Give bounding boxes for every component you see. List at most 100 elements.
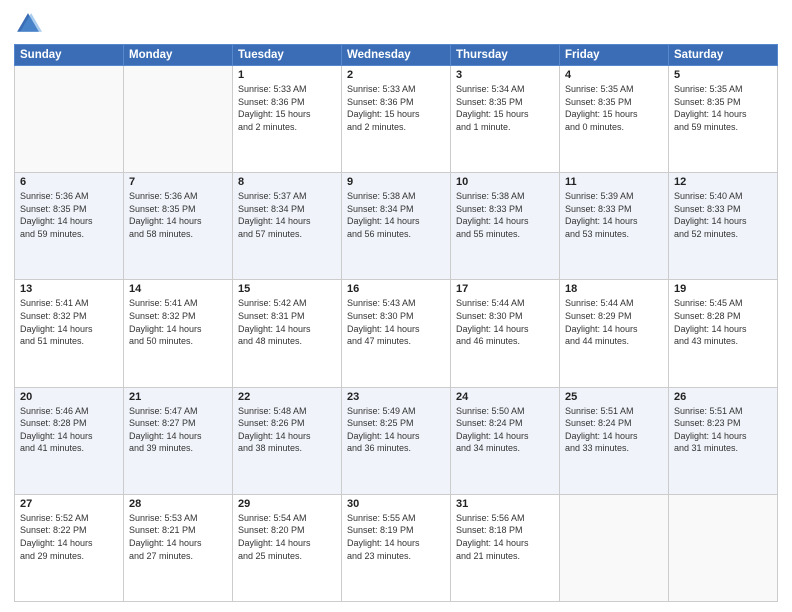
calendar-cell: 3 Sunrise: 5:34 AM Sunset: 8:35 PM Daylig… <box>451 66 560 173</box>
weekday-header-thursday: Thursday <box>451 45 560 66</box>
day-number: 18 <box>565 283 663 295</box>
week-row-3: 13 Sunrise: 5:41 AM Sunset: 8:32 PM Dayli… <box>15 280 778 387</box>
day-number: 31 <box>456 498 554 510</box>
day-info: Sunrise: 5:38 AM Sunset: 8:33 PM Dayligh… <box>456 190 554 240</box>
day-number: 22 <box>238 391 336 403</box>
calendar-cell: 20 Sunrise: 5:46 AM Sunset: 8:28 PM Dayli… <box>15 387 124 494</box>
day-number: 3 <box>456 69 554 81</box>
calendar-cell: 30 Sunrise: 5:55 AM Sunset: 8:19 PM Dayli… <box>342 494 451 601</box>
calendar-cell: 12 Sunrise: 5:40 AM Sunset: 8:33 PM Dayli… <box>669 173 778 280</box>
day-number: 1 <box>238 69 336 81</box>
day-number: 23 <box>347 391 445 403</box>
calendar-cell: 9 Sunrise: 5:38 AM Sunset: 8:34 PM Daylig… <box>342 173 451 280</box>
day-info: Sunrise: 5:53 AM Sunset: 8:21 PM Dayligh… <box>129 512 227 562</box>
day-info: Sunrise: 5:44 AM Sunset: 8:30 PM Dayligh… <box>456 297 554 347</box>
day-number: 17 <box>456 283 554 295</box>
day-info: Sunrise: 5:56 AM Sunset: 8:18 PM Dayligh… <box>456 512 554 562</box>
day-number: 21 <box>129 391 227 403</box>
week-row-5: 27 Sunrise: 5:52 AM Sunset: 8:22 PM Dayli… <box>15 494 778 601</box>
header <box>14 10 778 38</box>
day-info: Sunrise: 5:34 AM Sunset: 8:35 PM Dayligh… <box>456 83 554 133</box>
day-number: 12 <box>674 176 772 188</box>
day-number: 30 <box>347 498 445 510</box>
day-info: Sunrise: 5:44 AM Sunset: 8:29 PM Dayligh… <box>565 297 663 347</box>
weekday-header-friday: Friday <box>560 45 669 66</box>
day-info: Sunrise: 5:33 AM Sunset: 8:36 PM Dayligh… <box>347 83 445 133</box>
day-number: 24 <box>456 391 554 403</box>
day-info: Sunrise: 5:41 AM Sunset: 8:32 PM Dayligh… <box>20 297 118 347</box>
calendar-cell: 15 Sunrise: 5:42 AM Sunset: 8:31 PM Dayli… <box>233 280 342 387</box>
day-info: Sunrise: 5:46 AM Sunset: 8:28 PM Dayligh… <box>20 405 118 455</box>
day-info: Sunrise: 5:42 AM Sunset: 8:31 PM Dayligh… <box>238 297 336 347</box>
weekday-header-monday: Monday <box>124 45 233 66</box>
calendar-cell: 27 Sunrise: 5:52 AM Sunset: 8:22 PM Dayli… <box>15 494 124 601</box>
calendar-cell: 24Sunrise: 5:50 AM Sunset: 8:24 PM Dayli… <box>451 387 560 494</box>
week-row-1: 1 Sunrise: 5:33 AM Sunset: 8:36 PM Daylig… <box>15 66 778 173</box>
calendar-cell: 6 Sunrise: 5:36 AM Sunset: 8:35 PM Daylig… <box>15 173 124 280</box>
calendar-cell: 22 Sunrise: 5:48 AM Sunset: 8:26 PM Dayli… <box>233 387 342 494</box>
week-row-4: 20 Sunrise: 5:46 AM Sunset: 8:28 PM Dayli… <box>15 387 778 494</box>
logo <box>14 10 46 38</box>
day-number: 10 <box>456 176 554 188</box>
calendar: SundayMondayTuesdayWednesdayThursdayFrid… <box>14 44 778 602</box>
day-info: Sunrise: 5:55 AM Sunset: 8:19 PM Dayligh… <box>347 512 445 562</box>
day-info: Sunrise: 5:48 AM Sunset: 8:26 PM Dayligh… <box>238 405 336 455</box>
day-number: 20 <box>20 391 118 403</box>
day-info: Sunrise: 5:43 AM Sunset: 8:30 PM Dayligh… <box>347 297 445 347</box>
day-info: Sunrise: 5:36 AM Sunset: 8:35 PM Dayligh… <box>20 190 118 240</box>
day-number: 2 <box>347 69 445 81</box>
weekday-header-sunday: Sunday <box>15 45 124 66</box>
day-number: 11 <box>565 176 663 188</box>
day-number: 27 <box>20 498 118 510</box>
day-info: Sunrise: 5:45 AM Sunset: 8:28 PM Dayligh… <box>674 297 772 347</box>
calendar-cell: 29Sunrise: 5:54 AM Sunset: 8:20 PM Dayli… <box>233 494 342 601</box>
weekday-header-tuesday: Tuesday <box>233 45 342 66</box>
day-number: 7 <box>129 176 227 188</box>
calendar-cell: 4Sunrise: 5:35 AM Sunset: 8:35 PM Daylig… <box>560 66 669 173</box>
day-info: Sunrise: 5:52 AM Sunset: 8:22 PM Dayligh… <box>20 512 118 562</box>
calendar-cell <box>669 494 778 601</box>
calendar-cell: 11 Sunrise: 5:39 AM Sunset: 8:33 PM Dayli… <box>560 173 669 280</box>
day-info: Sunrise: 5:51 AM Sunset: 8:23 PM Dayligh… <box>674 405 772 455</box>
day-info: Sunrise: 5:38 AM Sunset: 8:34 PM Dayligh… <box>347 190 445 240</box>
calendar-cell: 16 Sunrise: 5:43 AM Sunset: 8:30 PM Dayli… <box>342 280 451 387</box>
weekday-header-row: SundayMondayTuesdayWednesdayThursdayFrid… <box>15 45 778 66</box>
calendar-cell: 13 Sunrise: 5:41 AM Sunset: 8:32 PM Dayli… <box>15 280 124 387</box>
day-info: Sunrise: 5:35 AM Sunset: 8:35 PM Dayligh… <box>565 83 663 133</box>
day-number: 26 <box>674 391 772 403</box>
day-info: Sunrise: 5:49 AM Sunset: 8:25 PM Dayligh… <box>347 405 445 455</box>
day-number: 15 <box>238 283 336 295</box>
day-number: 25 <box>565 391 663 403</box>
calendar-cell: 28 Sunrise: 5:53 AM Sunset: 8:21 PM Dayli… <box>124 494 233 601</box>
logo-icon <box>14 10 42 38</box>
day-number: 19 <box>674 283 772 295</box>
day-number: 14 <box>129 283 227 295</box>
calendar-cell: 14 Sunrise: 5:41 AM Sunset: 8:32 PM Dayli… <box>124 280 233 387</box>
calendar-cell: 1 Sunrise: 5:33 AM Sunset: 8:36 PM Daylig… <box>233 66 342 173</box>
calendar-cell: 23 Sunrise: 5:49 AM Sunset: 8:25 PM Dayli… <box>342 387 451 494</box>
day-info: Sunrise: 5:47 AM Sunset: 8:27 PM Dayligh… <box>129 405 227 455</box>
day-number: 5 <box>674 69 772 81</box>
day-number: 13 <box>20 283 118 295</box>
day-info: Sunrise: 5:54 AM Sunset: 8:20 PM Dayligh… <box>238 512 336 562</box>
day-number: 9 <box>347 176 445 188</box>
day-info: Sunrise: 5:39 AM Sunset: 8:33 PM Dayligh… <box>565 190 663 240</box>
calendar-cell <box>124 66 233 173</box>
week-row-2: 6 Sunrise: 5:36 AM Sunset: 8:35 PM Daylig… <box>15 173 778 280</box>
day-info: Sunrise: 5:40 AM Sunset: 8:33 PM Dayligh… <box>674 190 772 240</box>
calendar-cell <box>15 66 124 173</box>
calendar-cell: 8Sunrise: 5:37 AM Sunset: 8:34 PM Daylig… <box>233 173 342 280</box>
calendar-cell: 31 Sunrise: 5:56 AM Sunset: 8:18 PM Dayli… <box>451 494 560 601</box>
day-info: Sunrise: 5:33 AM Sunset: 8:36 PM Dayligh… <box>238 83 336 133</box>
day-number: 16 <box>347 283 445 295</box>
day-info: Sunrise: 5:41 AM Sunset: 8:32 PM Dayligh… <box>129 297 227 347</box>
weekday-header-saturday: Saturday <box>669 45 778 66</box>
day-info: Sunrise: 5:51 AM Sunset: 8:24 PM Dayligh… <box>565 405 663 455</box>
day-number: 6 <box>20 176 118 188</box>
calendar-cell: 5Sunrise: 5:35 AM Sunset: 8:35 PM Daylig… <box>669 66 778 173</box>
calendar-cell <box>560 494 669 601</box>
day-number: 28 <box>129 498 227 510</box>
calendar-cell: 17 Sunrise: 5:44 AM Sunset: 8:30 PM Dayli… <box>451 280 560 387</box>
day-info: Sunrise: 5:36 AM Sunset: 8:35 PM Dayligh… <box>129 190 227 240</box>
weekday-header-wednesday: Wednesday <box>342 45 451 66</box>
